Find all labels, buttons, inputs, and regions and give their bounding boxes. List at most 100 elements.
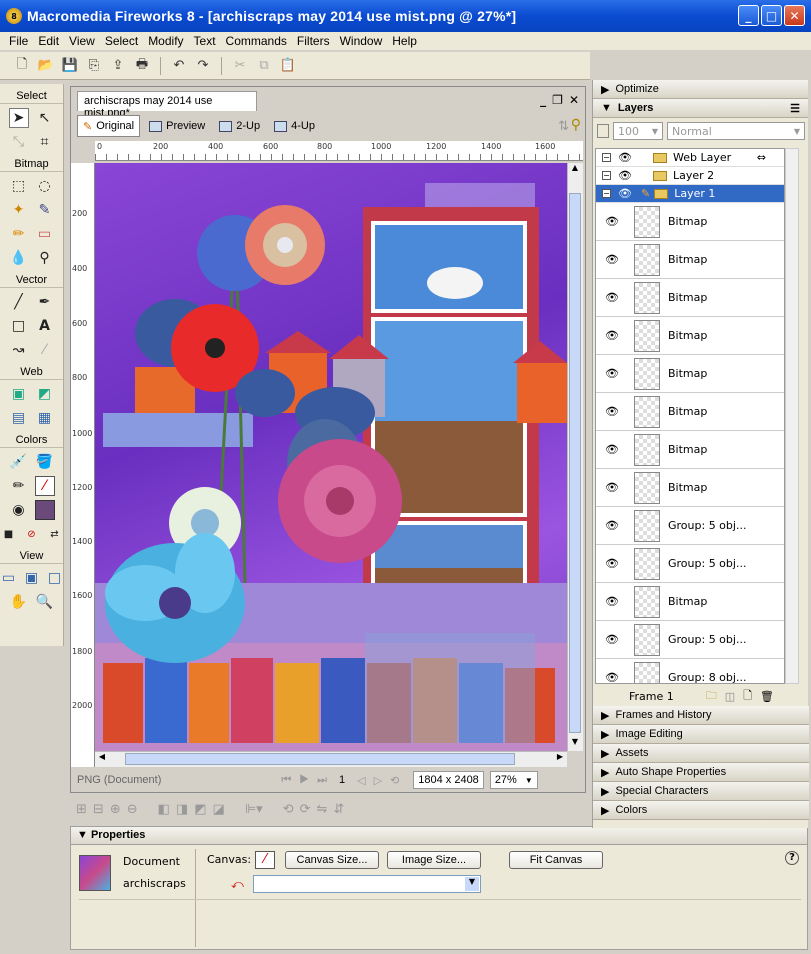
fill-color-icon[interactable]: ◉ [9, 500, 29, 520]
eye-icon[interactable]: 👁 [596, 329, 628, 342]
panel-auto-shape-properties[interactable]: ▶ Auto Shape Properties [593, 763, 809, 782]
canvas-size-button[interactable]: Canvas Size... [285, 851, 379, 869]
redo-icon[interactable]: ↷ [193, 56, 213, 76]
close-button[interactable]: ✕ [784, 5, 805, 26]
opacity-field[interactable]: 100 ▼ [613, 122, 663, 140]
object-row[interactable]: 👁 Bitmap [596, 393, 784, 431]
subselect-tool-icon[interactable]: ↖ [35, 108, 55, 128]
add-mask-icon[interactable]: ◫ [725, 690, 735, 703]
tab-2up[interactable]: 2-Up [214, 115, 265, 137]
help-icon[interactable]: ? [785, 851, 799, 865]
eye-icon[interactable]: 👁 [596, 481, 628, 494]
hand-tool-icon[interactable]: ✋ [9, 592, 29, 612]
paint-bucket-icon[interactable]: 🪣 [35, 452, 55, 472]
scroll-right-icon[interactable]: ▶ [553, 752, 567, 761]
scroll-left-icon[interactable]: ◀ [95, 752, 109, 761]
eye-icon[interactable]: 👁 [596, 633, 628, 646]
print-icon[interactable]: 🖶 [132, 56, 152, 76]
object-row[interactable]: 👁 Group: 5 obj... [596, 621, 784, 659]
pointer-tool-icon[interactable]: ➤ [8, 108, 29, 128]
magic-wand-icon[interactable]: ✦ [9, 200, 29, 220]
eye-icon[interactable]: 👁 [596, 367, 628, 380]
eye-icon[interactable]: 👁 [596, 443, 628, 456]
object-row[interactable]: 👁 Group: 5 obj... [596, 507, 784, 545]
canvas[interactable] [95, 163, 567, 751]
layer-row[interactable]: − 👁 Layer 2 [596, 167, 784, 185]
menu-help[interactable]: Help [387, 34, 422, 48]
doc-minimize-icon[interactable]: _ [540, 93, 546, 107]
standard-screen-icon[interactable]: ▭ [0, 568, 17, 588]
rectangle-tool-icon[interactable]: □ [9, 316, 29, 336]
image-size-button[interactable]: Image Size... [387, 851, 481, 869]
properties-header[interactable]: ▼ Properties [71, 827, 807, 845]
fit-canvas-button[interactable]: Fit Canvas [509, 851, 603, 869]
line-tool-icon[interactable]: ╱ [9, 292, 29, 312]
eye-icon[interactable]: 👁 [596, 519, 628, 532]
eraser-tool-icon[interactable]: ▭ [35, 224, 55, 244]
fireworks-app-icon[interactable]: 8 [6, 8, 22, 24]
split-icon[interactable]: ⊖ [127, 802, 138, 817]
object-row[interactable]: 👁 Group: 8 obj... [596, 659, 784, 683]
zoom-level[interactable]: 27% ▼ [489, 771, 538, 789]
open-file-icon[interactable]: 📂 [36, 56, 56, 76]
menu-window[interactable]: Window [335, 34, 388, 48]
eyedropper-tool-icon[interactable]: 💉 [9, 452, 29, 472]
canvas-color-swatch[interactable]: ⁄ [255, 851, 275, 869]
collapse-toggle-icon[interactable]: − [602, 189, 611, 198]
maximize-button[interactable]: □ [761, 5, 782, 26]
object-row[interactable]: 👁 Bitmap [596, 469, 784, 507]
new-layer-icon[interactable]: 🗋 [743, 687, 752, 706]
doc-restore-icon[interactable]: ❐ [552, 93, 563, 107]
new-file-icon[interactable]: 🗋 [12, 56, 32, 76]
eye-icon[interactable]: 👁 [596, 291, 628, 304]
object-row[interactable]: 👁 Bitmap [596, 431, 784, 469]
doc-close-icon[interactable]: ✕ [569, 93, 579, 107]
lasso-tool-icon[interactable]: ◌ [35, 176, 55, 196]
tab-original[interactable]: ✎ Original [77, 115, 141, 137]
vertical-scrollbar[interactable]: ▲ ▼ [567, 163, 583, 751]
eye-icon[interactable]: 👁 [617, 151, 633, 164]
swap-colors-icon[interactable]: ⇄ [46, 524, 63, 544]
tab-preview[interactable]: Preview [144, 115, 210, 137]
eye-icon[interactable]: 👁 [596, 671, 628, 683]
ungroup-icon[interactable]: ⊟ [93, 802, 104, 817]
bring-forward-icon[interactable]: ◨ [176, 802, 188, 817]
eye-icon[interactable]: 👁 [596, 215, 628, 228]
menu-edit[interactable]: Edit [33, 34, 64, 48]
copy-icon[interactable]: ⧉ [254, 56, 274, 76]
freeform-tool-icon[interactable]: ↝ [9, 340, 29, 360]
full-screen-icon[interactable]: □ [46, 568, 63, 588]
marquee-tool-icon[interactable]: ⬚ [9, 176, 29, 196]
knife-tool-icon[interactable]: ⁄ [35, 340, 55, 360]
optimize-preview-icon[interactable]: ⚲ [571, 117, 581, 133]
full-screen-menu-icon[interactable]: ▣ [23, 568, 40, 588]
scroll-thumb-h[interactable] [125, 753, 515, 765]
rotate-ccw-icon[interactable]: ⟲ [283, 802, 294, 817]
rotate-cw-icon[interactable]: ⟳ [300, 802, 311, 817]
group-icon[interactable]: ⊞ [76, 802, 87, 817]
panel-special-characters[interactable]: ▶ Special Characters [593, 782, 809, 801]
show-slices-icon[interactable]: ▦ [35, 408, 55, 428]
lock-layer-icon[interactable] [597, 124, 609, 138]
panel-menu-icon[interactable]: ☰ [790, 102, 800, 115]
blur-tool-icon[interactable]: 💧 [9, 248, 29, 268]
collapse-toggle-icon[interactable]: − [602, 171, 611, 180]
eye-icon[interactable]: 👁 [617, 169, 633, 182]
frame-nav-first-icon[interactable]: ⏮▶⏭ [281, 774, 335, 787]
minimize-button[interactable]: _ [738, 5, 759, 26]
menu-text[interactable]: Text [189, 34, 221, 48]
hide-slices-icon[interactable]: ▤ [9, 408, 29, 428]
menu-commands[interactable]: Commands [221, 34, 292, 48]
align-dropdown-icon[interactable]: ⊫▾ [245, 802, 263, 817]
object-row[interactable]: 👁 Bitmap [596, 203, 784, 241]
panel-image-editing[interactable]: ▶ Image Editing [593, 725, 809, 744]
panel-optimize[interactable]: ▶ Optimize [593, 80, 808, 99]
blend-mode-select[interactable]: Normal ▼ [667, 122, 805, 140]
panel-layers[interactable]: ▼ Layers ☰ [593, 99, 808, 118]
layer-row-selected[interactable]: − 👁 ✎ Layer 1 [596, 185, 784, 203]
flip-h-icon[interactable]: ⇋ [316, 802, 327, 817]
collapse-toggle-icon[interactable]: − [602, 153, 611, 162]
document-tab[interactable]: archiscraps may 2014 use mist.png* [77, 91, 257, 119]
panel-frames-history[interactable]: ▶ Frames and History [593, 706, 809, 725]
send-back-icon[interactable]: ◪ [213, 802, 225, 817]
